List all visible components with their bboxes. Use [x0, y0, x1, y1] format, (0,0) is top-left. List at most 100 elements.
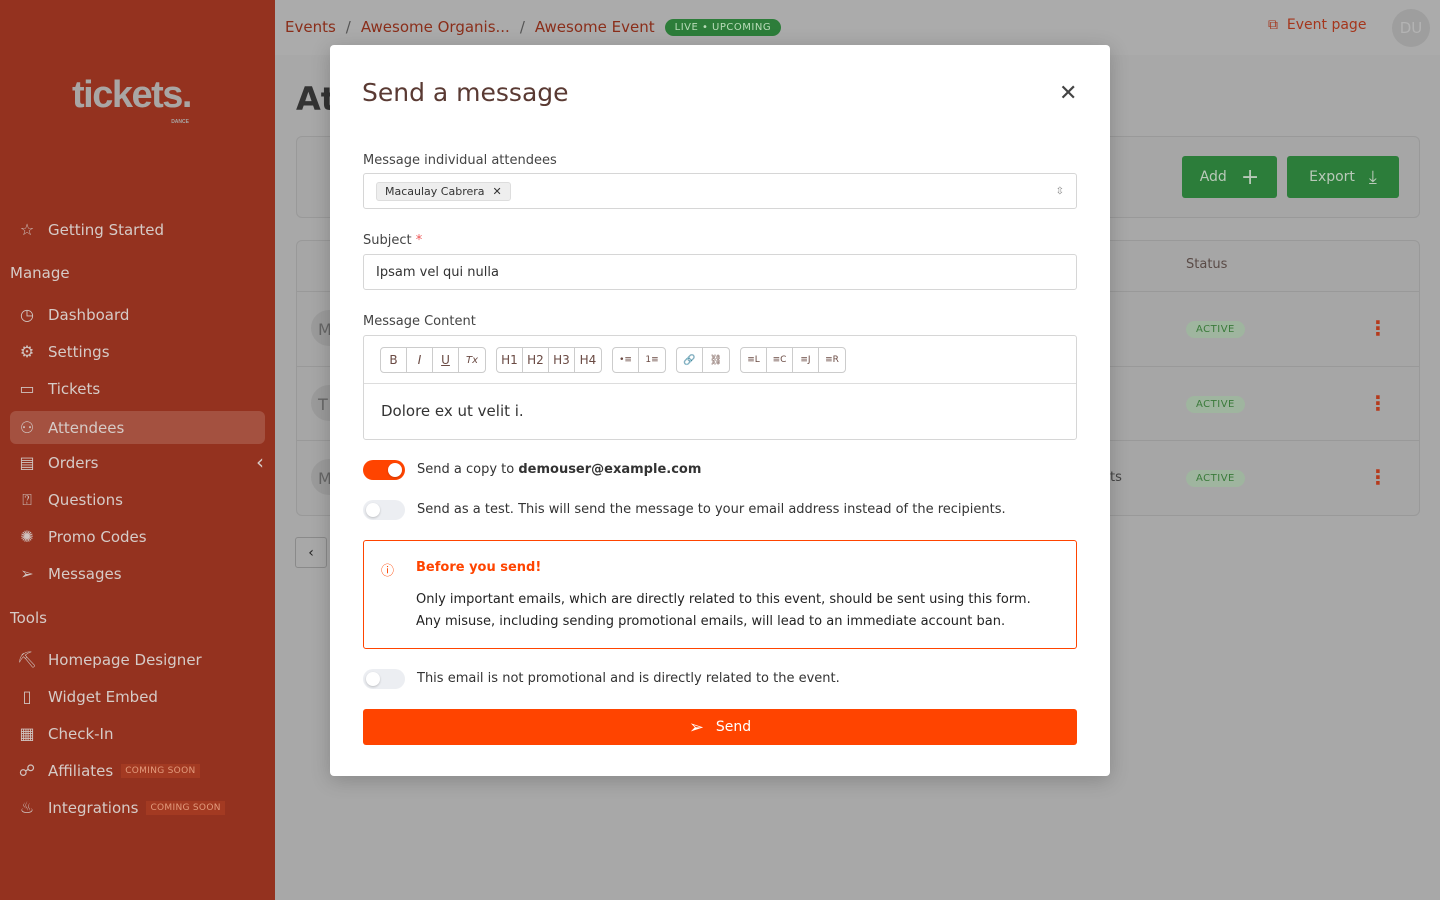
alert-circle-icon: ⓘ [381, 564, 395, 579]
external-link-icon: ⧉ [1268, 17, 1278, 33]
status-badge: LIVE • UPCOMING [664, 18, 782, 36]
sidebar: tickets. DANCE ☆ Getting Started Manage ◷ D… [0, 0, 275, 900]
paint-icon: ⛏ [16, 650, 38, 669]
question-user-icon: ⍰ [22, 489, 32, 509]
sidebar-item-homepage-designer[interactable]: ⛏ Homepage Designer [10, 643, 265, 676]
sidebar-item-attendees[interactable]: ⚇ Attendees [10, 411, 265, 444]
column-header-status: Status [1186, 257, 1228, 272]
confirm-toggle[interactable] [363, 669, 405, 689]
avatar[interactable]: DU [1392, 9, 1430, 47]
code-icon: ▯ [22, 687, 32, 706]
event-page-link[interactable]: ⧉ Event page [1268, 17, 1366, 33]
qr-icon: ▦ [19, 724, 35, 743]
attendee-chip: Macaulay Cabrera ✕ [376, 181, 511, 201]
breadcrumb-organizer[interactable]: Awesome Organis... [361, 18, 510, 36]
ticket-icon: ▭ [19, 379, 35, 398]
bullet-list-button[interactable]: •≡ [613, 348, 639, 372]
warning-text: Only important emails, which are directl… [416, 592, 1031, 607]
breadcrumb-events[interactable]: Events [285, 18, 336, 36]
status-badge: ACTIVE [1186, 321, 1245, 338]
breadcrumb-event[interactable]: Awesome Event [535, 18, 655, 36]
sidebar-item-affiliates[interactable]: ☍ Affiliates COMING SOON [10, 754, 265, 787]
sidebar-item-integrations[interactable]: ♨ Integrations COMING SOON [10, 791, 265, 824]
chevron-updown-icon: ⇳ [1055, 185, 1064, 197]
h3-button[interactable]: H3 [549, 348, 575, 372]
align-center-button[interactable]: ≡C [767, 348, 793, 372]
ordered-list-button[interactable]: 1≡ [639, 348, 665, 372]
modal-title: Send a message [362, 78, 569, 107]
close-icon[interactable]: ✕ [1059, 81, 1077, 106]
pagination-prev-button[interactable]: ‹ [295, 537, 327, 568]
breadcrumb: Events / Awesome Organis... / Awesome Even… [285, 18, 782, 36]
collapse-sidebar-button[interactable]: ‹ [256, 450, 264, 474]
sidebar-item-tickets[interactable]: ▭ Tickets [10, 372, 265, 405]
row-menu-icon[interactable]: ⋮ [1368, 391, 1388, 415]
align-right-button[interactable]: ≡R [819, 348, 845, 372]
send-icon: ➢ [20, 564, 34, 583]
subject-input[interactable]: Ipsam vel qui nulla [363, 254, 1077, 290]
send-icon: ➢ [688, 716, 704, 738]
send-button[interactable]: ➢ Send [363, 709, 1077, 745]
dashboard-icon: ◷ [20, 305, 34, 324]
gear-icon: ⚙ [19, 342, 35, 361]
users-icon: ⚇ [19, 418, 35, 437]
sidebar-item-orders[interactable]: ▤ Orders [10, 446, 265, 479]
warning-alert: ⓘ Before you send! Only important emails… [363, 540, 1077, 649]
format-group: B I U Tx [380, 347, 486, 373]
logo: tickets. DANCE [72, 74, 192, 125]
warning-text: Any misuse, including sending promotiona… [416, 614, 1006, 629]
sidebar-item-messages[interactable]: ➢ Messages [10, 557, 265, 590]
italic-button[interactable]: I [407, 348, 433, 372]
send-message-modal: Send a message ✕ Message individual atte… [330, 45, 1110, 776]
remove-chip-icon[interactable]: ✕ [493, 185, 502, 198]
attendees-select[interactable]: Macaulay Cabrera ✕ ⇳ [363, 173, 1077, 209]
list-group: •≡ 1≡ [612, 347, 666, 373]
message-editor[interactable]: B I U Tx H1 H2 H3 H4 •≡ 1≡ 🔗 ⛓ ≡L ≡C ≡J ≡R Dolore e… [363, 335, 1077, 440]
receipt-icon: ▤ [19, 453, 35, 472]
h4-button[interactable]: H4 [575, 348, 601, 372]
status-badge: ACTIVE [1186, 470, 1245, 487]
content-label: Message Content [363, 314, 476, 329]
sidebar-item-dashboard[interactable]: ◷ Dashboard [10, 298, 265, 331]
clear-format-button[interactable]: Tx [459, 348, 485, 372]
affiliate-icon: ☍ [18, 761, 36, 780]
integrations-icon: ♨ [19, 798, 35, 817]
message-content[interactable]: Dolore ex ut velit i. [381, 402, 524, 420]
align-group: ≡L ≡C ≡J ≡R [740, 347, 846, 373]
star-icon: ☆ [19, 220, 35, 239]
download-icon: ⤓ [1368, 166, 1377, 188]
h2-button[interactable]: H2 [523, 348, 549, 372]
send-copy-toggle[interactable] [363, 460, 405, 480]
row-text: ts [1110, 470, 1122, 485]
section-tools: Tools [10, 609, 47, 627]
confirm-label: This email is not promotional and is dir… [417, 671, 840, 686]
send-test-toggle[interactable] [363, 500, 405, 520]
h1-button[interactable]: H1 [497, 348, 523, 372]
align-justify-button[interactable]: ≡J [793, 348, 819, 372]
link-button[interactable]: 🔗 [677, 348, 703, 372]
warning-title: Before you send! [416, 560, 542, 575]
underline-button[interactable]: U [433, 348, 459, 372]
heading-group: H1 H2 H3 H4 [496, 347, 602, 373]
sidebar-item-questions[interactable]: ⍰ Questions [10, 483, 265, 516]
export-button[interactable]: Export ⤓ [1287, 156, 1399, 198]
sidebar-item-getting-started[interactable]: ☆ Getting Started [10, 213, 265, 246]
status-badge: ACTIVE [1186, 396, 1245, 413]
link-group: 🔗 ⛓ [676, 347, 730, 373]
subject-label: Subject * [363, 233, 423, 248]
row-menu-icon[interactable]: ⋮ [1368, 316, 1388, 340]
unlink-button[interactable]: ⛓ [703, 348, 729, 372]
sidebar-item-check-in[interactable]: ▦ Check-In [10, 717, 265, 750]
sidebar-item-settings[interactable]: ⚙ Settings [10, 335, 265, 368]
bold-button[interactable]: B [381, 348, 407, 372]
attendees-label: Message individual attendees [363, 153, 557, 168]
discount-icon: ✺ [20, 527, 34, 546]
plus-icon: + [1240, 164, 1260, 190]
sidebar-item-widget-embed[interactable]: ▯ Widget Embed [10, 680, 265, 713]
row-menu-icon[interactable]: ⋮ [1368, 465, 1388, 489]
section-manage: Manage [10, 264, 70, 282]
add-button[interactable]: Add + [1182, 156, 1277, 198]
align-left-button[interactable]: ≡L [741, 348, 767, 372]
coming-soon-badge: COMING SOON [121, 763, 200, 778]
sidebar-item-promo-codes[interactable]: ✺ Promo Codes [10, 520, 265, 553]
